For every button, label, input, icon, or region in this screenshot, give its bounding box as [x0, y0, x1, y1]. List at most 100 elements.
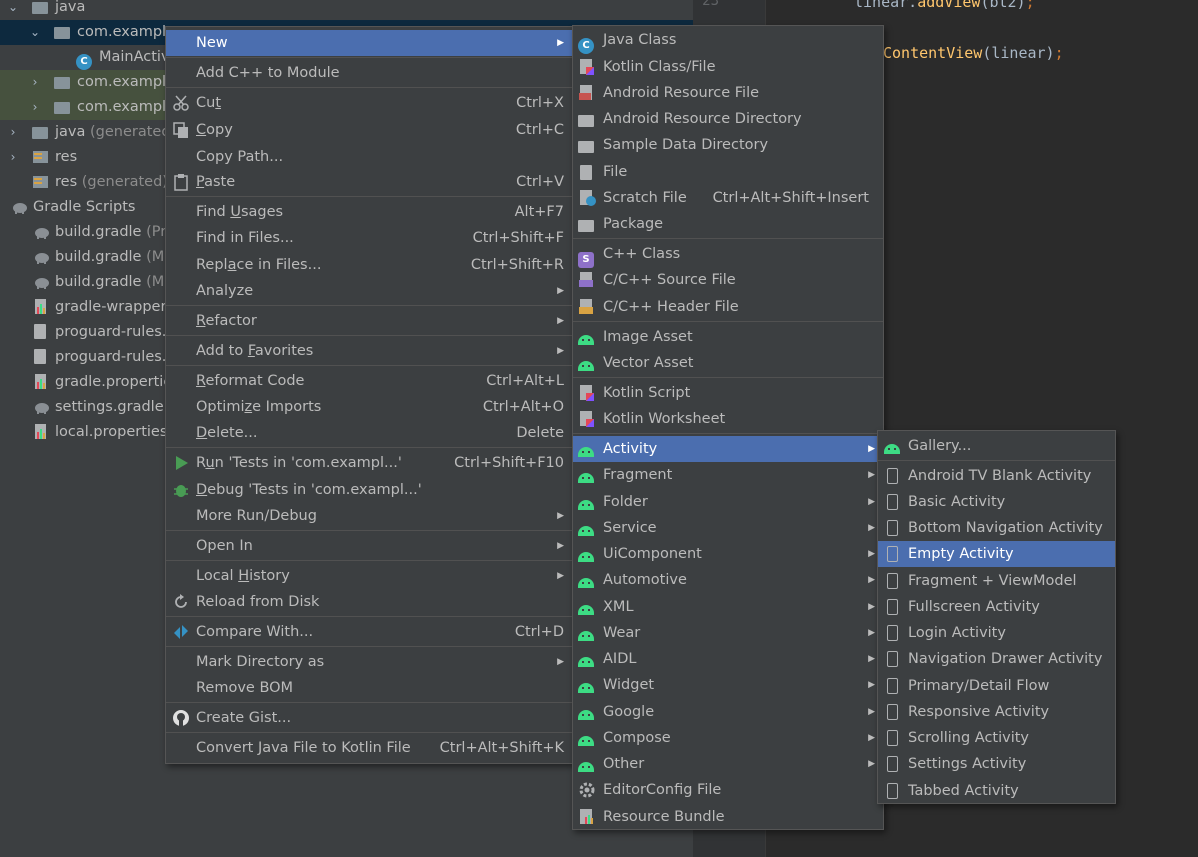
new-item-sample-data-directory[interactable]: Sample Data Directory [573, 132, 883, 158]
menu-item-label: Activity [603, 441, 658, 457]
new-item-wear[interactable]: Wear ▶ [573, 620, 883, 646]
new-item-package[interactable]: Package [573, 211, 883, 237]
menu-item-reformat-code[interactable]: Reformat Code Ctrl+Alt+L [166, 368, 572, 394]
new-item-c-c-header-file[interactable]: C/C++ Header File [573, 294, 883, 320]
activity-item-fullscreen-activity[interactable]: Fullscreen Activity [878, 594, 1115, 620]
menu-item-add-c-to-module[interactable]: Add C++ to Module [166, 60, 572, 86]
menu-item-cut[interactable]: Cut Ctrl+X [166, 90, 572, 116]
label-part: eformat Code [205, 373, 305, 389]
new-item-image-asset[interactable]: Image Asset [573, 324, 883, 350]
code-token: (bt2) [980, 0, 1026, 11]
new-item-xml[interactable]: XML ▶ [573, 594, 883, 620]
tree-row-label: java (generated) [55, 120, 176, 145]
new-item-file[interactable]: File [573, 159, 883, 185]
menu-item-optimize-imports[interactable]: Optimize Imports Ctrl+Alt+O [166, 394, 572, 420]
menu-item-paste[interactable]: Paste Ctrl+V [166, 169, 572, 195]
menu-item-reload-from-disk[interactable]: Reload from Disk [166, 589, 572, 615]
new-item-compose[interactable]: Compose ▶ [573, 725, 883, 751]
chevron-right-icon[interactable]: › [22, 70, 48, 95]
menu-item-copy-path[interactable]: Copy Path... [166, 144, 572, 170]
activity-item-login-activity[interactable]: Login Activity [878, 620, 1115, 646]
activity-item-settings-activity[interactable]: Settings Activity [878, 751, 1115, 777]
new-item-c-class[interactable]: S C++ Class [573, 241, 883, 268]
menu-item-replace-in-files[interactable]: Replace in Files... Ctrl+Shift+R [166, 252, 572, 278]
activity-item-navigation-drawer-activity[interactable]: Navigation Drawer Activity [878, 646, 1115, 672]
menu-item-refactor[interactable]: Refactor ▶ [166, 308, 572, 334]
new-item-java-class[interactable]: C Java Class [573, 27, 883, 54]
new-item-kotlin-script[interactable]: Kotlin Script [573, 380, 883, 406]
new-item-folder[interactable]: Folder ▶ [573, 489, 883, 515]
new-item-android-resource-file[interactable]: Android Resource File [573, 80, 883, 106]
new-item-kotlin-worksheet[interactable]: Kotlin Worksheet [573, 406, 883, 432]
menu-item-label: Scratch File [603, 190, 687, 206]
menu-item-debug-tests-in-com-exampl[interactable]: Debug 'Tests in 'com.exampl...' [166, 477, 572, 503]
chevron-right-icon[interactable]: › [22, 95, 48, 120]
menu-item-compare-with[interactable]: Compare With... Ctrl+D [166, 619, 572, 645]
menu-item-label: Resource Bundle [603, 809, 725, 825]
menu-item-label: Vector Asset [603, 355, 694, 371]
label-part: z [244, 399, 253, 415]
menu-item-mark-directory-as[interactable]: Mark Directory as ▶ [166, 649, 572, 675]
new-item-aidl[interactable]: AIDL ▶ [573, 646, 883, 672]
new-item-google[interactable]: Google ▶ [573, 699, 883, 725]
submenu-arrow-icon: ▶ [557, 346, 564, 356]
tree-row-label: com.example [77, 95, 175, 120]
menu-item-analyze[interactable]: Analyze ▶ [166, 278, 572, 304]
android-icon [578, 755, 596, 773]
new-item-resource-bundle[interactable]: Resource Bundle [573, 804, 883, 830]
new-item-editorconfig-file[interactable]: EditorConfig File [573, 777, 883, 803]
reload-icon [172, 593, 190, 611]
menu-item-label: Replace in Files... [196, 252, 321, 278]
chevron-down-icon[interactable]: ⌄ [0, 0, 26, 20]
menu-item-open-in[interactable]: Open In ▶ [166, 533, 572, 559]
activity-item-basic-activity[interactable]: Basic Activity [878, 489, 1115, 515]
menu-item-run-tests-in-com-exampl[interactable]: Run 'Tests in 'com.exampl...' Ctrl+Shift+… [166, 450, 572, 476]
code-line-2[interactable]: ContentView(linear); [883, 44, 1064, 62]
activity-item-tabbed-activity[interactable]: Tabbed Activity [878, 778, 1115, 804]
menu-item-local-history[interactable]: Local History ▶ [166, 563, 572, 589]
new-item-widget[interactable]: Widget ▶ [573, 672, 883, 698]
menu-item-find-usages[interactable]: Find Usages Alt+F7 [166, 199, 572, 225]
menu-item-delete[interactable]: Delete... Delete [166, 420, 572, 446]
chevron-down-icon[interactable]: ⌄ [22, 20, 48, 45]
new-item-scratch-file[interactable]: Scratch File Ctrl+Alt+Shift+Insert [573, 185, 883, 211]
activity-item-android-tv-blank-activity[interactable]: Android TV Blank Activity [878, 463, 1115, 489]
menu-item-more-run-debug[interactable]: More Run/Debug ▶ [166, 503, 572, 529]
activity-item-responsive-activity[interactable]: Responsive Activity [878, 699, 1115, 725]
new-item-activity[interactable]: Activity ▶ [573, 436, 883, 462]
menu-item-find-in-files[interactable]: Find in Files... Ctrl+Shift+F [166, 225, 572, 251]
tree-row-java[interactable]: ⌄ java [0, 0, 693, 20]
activity-item-empty-activity[interactable]: Empty Activity [878, 541, 1115, 567]
new-item-service[interactable]: Service ▶ [573, 515, 883, 541]
tree-row-label: MainActiv [99, 45, 170, 70]
menu-item-label: Tabbed Activity [908, 783, 1019, 799]
menu-item-remove-bom[interactable]: Remove BOM [166, 675, 572, 701]
menu-item-new[interactable]: New ▶ [166, 30, 572, 56]
new-item-other[interactable]: Other ▶ [573, 751, 883, 777]
new-item-kotlin-class-file[interactable]: Kotlin Class/File [573, 54, 883, 80]
new-item-c-c-source-file[interactable]: C/C++ Source File [573, 267, 883, 293]
submenu-arrow-icon: ▶ [868, 707, 875, 717]
shortcut-label: Ctrl+C [515, 122, 564, 138]
activity-item-gallery[interactable]: Gallery... [878, 433, 1115, 459]
menu-item-convert-java-file-to-kotlin-file[interactable]: Convert Java File to Kotlin File Ctrl+Alt… [166, 735, 572, 761]
activity-item-bottom-navigation-activity[interactable]: Bottom Navigation Activity [878, 515, 1115, 541]
menu-item-label: Empty Activity [908, 546, 1014, 562]
new-item-uicomponent[interactable]: UiComponent ▶ [573, 541, 883, 567]
menu-item-add-to-favorites[interactable]: Add to Favorites ▶ [166, 338, 572, 364]
chevron-right-icon[interactable]: › [0, 145, 26, 170]
chevron-right-icon[interactable]: › [0, 120, 26, 145]
new-item-android-resource-directory[interactable]: Android Resource Directory [573, 106, 883, 132]
new-item-fragment[interactable]: Fragment ▶ [573, 462, 883, 488]
activity-item-fragment-viewmodel[interactable]: Fragment + ViewModel [878, 568, 1115, 594]
new-item-vector-asset[interactable]: Vector Asset [573, 350, 883, 376]
menu-item-label: Scrolling Activity [908, 730, 1030, 746]
android-icon [578, 624, 596, 642]
menu-item-create-gist[interactable]: Create Gist... [166, 705, 572, 731]
new-item-automotive[interactable]: Automotive ▶ [573, 567, 883, 593]
code-line-1[interactable]: linear.addView(bt2); [854, 0, 1035, 11]
activity-item-primary-detail-flow[interactable]: Primary/Detail Flow [878, 673, 1115, 699]
activity-item-scrolling-activity[interactable]: Scrolling Activity [878, 725, 1115, 751]
menu-item-copy[interactable]: Copy Ctrl+C [166, 117, 572, 143]
label-text: com.example [77, 24, 175, 40]
